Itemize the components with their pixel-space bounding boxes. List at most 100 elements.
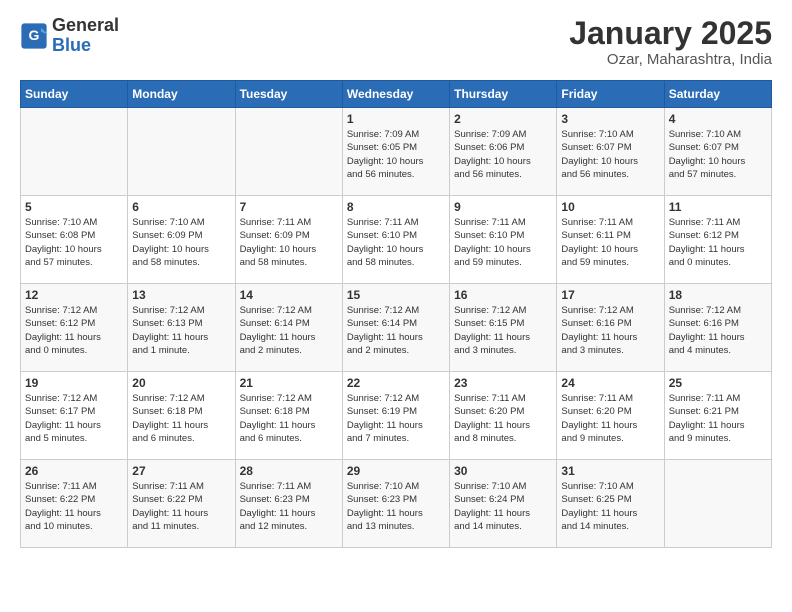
calendar-cell [21, 108, 128, 196]
week-row-4: 19 Sunrise: 7:12 AM Sunset: 6:17 PM Dayli… [21, 372, 772, 460]
day-info: Sunrise: 7:12 AM Sunset: 6:19 PM Dayligh… [347, 392, 445, 445]
calendar-cell: 10 Sunrise: 7:11 AM Sunset: 6:11 PM Dayli… [557, 196, 664, 284]
calendar-cell: 19 Sunrise: 7:12 AM Sunset: 6:17 PM Dayli… [21, 372, 128, 460]
logo-line2: Blue [52, 36, 119, 56]
calendar-cell: 2 Sunrise: 7:09 AM Sunset: 6:06 PM Daylig… [450, 108, 557, 196]
day-info: Sunrise: 7:10 AM Sunset: 6:24 PM Dayligh… [454, 480, 552, 533]
day-number: 5 [25, 200, 123, 214]
calendar-cell: 26 Sunrise: 7:11 AM Sunset: 6:22 PM Dayli… [21, 460, 128, 548]
calendar-cell: 27Sunrise: 7:11 AM Sunset: 6:22 PM Dayli… [128, 460, 235, 548]
calendar-cell: 30 Sunrise: 7:10 AM Sunset: 6:24 PM Dayli… [450, 460, 557, 548]
day-info: Sunrise: 7:12 AM Sunset: 6:17 PM Dayligh… [25, 392, 123, 445]
calendar-cell: 16 Sunrise: 7:12 AM Sunset: 6:15 PM Dayli… [450, 284, 557, 372]
day-info: Sunrise: 7:12 AM Sunset: 6:14 PM Dayligh… [347, 304, 445, 357]
day-info: Sunrise: 7:12 AM Sunset: 6:18 PM Dayligh… [240, 392, 338, 445]
calendar-cell: 28Sunrise: 7:11 AM Sunset: 6:23 PM Dayli… [235, 460, 342, 548]
day-number: 1 [347, 112, 445, 126]
day-info: Sunrise: 7:10 AM Sunset: 6:23 PM Dayligh… [347, 480, 445, 533]
calendar-cell: 5 Sunrise: 7:10 AM Sunset: 6:08 PM Daylig… [21, 196, 128, 284]
day-info: Sunrise: 7:09 AM Sunset: 6:06 PM Dayligh… [454, 128, 552, 181]
calendar-cell [128, 108, 235, 196]
day-info: Sunrise: 7:11 AM Sunset: 6:11 PM Dayligh… [561, 216, 659, 269]
calendar-cell: 23Sunrise: 7:11 AM Sunset: 6:20 PM Dayli… [450, 372, 557, 460]
day-number: 16 [454, 288, 552, 302]
day-info: Sunrise: 7:11 AM Sunset: 6:20 PM Dayligh… [454, 392, 552, 445]
day-number: 9 [454, 200, 552, 214]
logo-icon: G [20, 22, 48, 50]
day-info: Sunrise: 7:12 AM Sunset: 6:14 PM Dayligh… [240, 304, 338, 357]
calendar-cell: 7Sunrise: 7:11 AM Sunset: 6:09 PM Daylig… [235, 196, 342, 284]
day-info: Sunrise: 7:10 AM Sunset: 6:07 PM Dayligh… [669, 128, 767, 181]
day-info: Sunrise: 7:12 AM Sunset: 6:18 PM Dayligh… [132, 392, 230, 445]
day-number: 29 [347, 464, 445, 478]
day-number: 11 [669, 200, 767, 214]
title-block: January 2025 Ozar, Maharashtra, India [569, 16, 772, 68]
weekday-header-friday: Friday [557, 81, 664, 108]
calendar-cell: 22 Sunrise: 7:12 AM Sunset: 6:19 PM Dayli… [342, 372, 449, 460]
day-info: Sunrise: 7:11 AM Sunset: 6:10 PM Dayligh… [347, 216, 445, 269]
logo-line1: General [52, 16, 119, 36]
calendar-cell: 31 Sunrise: 7:10 AM Sunset: 6:25 PM Dayli… [557, 460, 664, 548]
day-info: Sunrise: 7:12 AM Sunset: 6:16 PM Dayligh… [561, 304, 659, 357]
calendar-cell: 14 Sunrise: 7:12 AM Sunset: 6:14 PM Dayli… [235, 284, 342, 372]
week-row-3: 12 Sunrise: 7:12 AM Sunset: 6:12 PM Dayli… [21, 284, 772, 372]
calendar-cell: 3 Sunrise: 7:10 AM Sunset: 6:07 PM Daylig… [557, 108, 664, 196]
day-number: 26 [25, 464, 123, 478]
calendar-cell: 24Sunrise: 7:11 AM Sunset: 6:20 PM Dayli… [557, 372, 664, 460]
day-info: Sunrise: 7:09 AM Sunset: 6:05 PM Dayligh… [347, 128, 445, 181]
day-info: Sunrise: 7:12 AM Sunset: 6:13 PM Dayligh… [132, 304, 230, 357]
week-row-2: 5 Sunrise: 7:10 AM Sunset: 6:08 PM Daylig… [21, 196, 772, 284]
calendar-cell [664, 460, 771, 548]
calendar-cell: 18Sunrise: 7:12 AM Sunset: 6:16 PM Dayli… [664, 284, 771, 372]
day-number: 22 [347, 376, 445, 390]
calendar-page: G General Blue January 2025 Ozar, Mahara… [0, 0, 792, 564]
day-info: Sunrise: 7:11 AM Sunset: 6:12 PM Dayligh… [669, 216, 767, 269]
day-info: Sunrise: 7:11 AM Sunset: 6:10 PM Dayligh… [454, 216, 552, 269]
calendar-cell: 20 Sunrise: 7:12 AM Sunset: 6:18 PM Dayli… [128, 372, 235, 460]
day-number: 20 [132, 376, 230, 390]
day-number: 30 [454, 464, 552, 478]
weekday-header-monday: Monday [128, 81, 235, 108]
day-number: 2 [454, 112, 552, 126]
calendar-cell: 17 Sunrise: 7:12 AM Sunset: 6:16 PM Dayli… [557, 284, 664, 372]
day-number: 8 [347, 200, 445, 214]
calendar-cell: 11 Sunrise: 7:11 AM Sunset: 6:12 PM Dayli… [664, 196, 771, 284]
day-number: 6 [132, 200, 230, 214]
calendar-cell: 6 Sunrise: 7:10 AM Sunset: 6:09 PM Daylig… [128, 196, 235, 284]
day-number: 12 [25, 288, 123, 302]
day-info: Sunrise: 7:11 AM Sunset: 6:20 PM Dayligh… [561, 392, 659, 445]
weekday-header-wednesday: Wednesday [342, 81, 449, 108]
week-row-5: 26 Sunrise: 7:11 AM Sunset: 6:22 PM Dayli… [21, 460, 772, 548]
calendar-table: SundayMondayTuesdayWednesdayThursdayFrid… [20, 80, 772, 548]
day-number: 14 [240, 288, 338, 302]
day-info: Sunrise: 7:12 AM Sunset: 6:12 PM Dayligh… [25, 304, 123, 357]
calendar-cell: 21 Sunrise: 7:12 AM Sunset: 6:18 PM Dayli… [235, 372, 342, 460]
day-info: Sunrise: 7:11 AM Sunset: 6:22 PM Dayligh… [25, 480, 123, 533]
day-number: 21 [240, 376, 338, 390]
day-info: Sunrise: 7:10 AM Sunset: 6:07 PM Dayligh… [561, 128, 659, 181]
day-number: 19 [25, 376, 123, 390]
day-number: 31 [561, 464, 659, 478]
day-number: 17 [561, 288, 659, 302]
day-number: 7 [240, 200, 338, 214]
day-number: 10 [561, 200, 659, 214]
logo: G General Blue [20, 16, 119, 56]
logo-text: General Blue [52, 16, 119, 56]
calendar-cell: 8 Sunrise: 7:11 AM Sunset: 6:10 PM Daylig… [342, 196, 449, 284]
day-info: Sunrise: 7:10 AM Sunset: 6:25 PM Dayligh… [561, 480, 659, 533]
header: G General Blue January 2025 Ozar, Mahara… [20, 16, 772, 68]
day-number: 3 [561, 112, 659, 126]
day-info: Sunrise: 7:10 AM Sunset: 6:09 PM Dayligh… [132, 216, 230, 269]
svg-text:G: G [29, 27, 40, 43]
week-row-1: 1 Sunrise: 7:09 AM Sunset: 6:05 PM Daylig… [21, 108, 772, 196]
day-number: 4 [669, 112, 767, 126]
calendar-cell: 15Sunrise: 7:12 AM Sunset: 6:14 PM Dayli… [342, 284, 449, 372]
calendar-cell: 1 Sunrise: 7:09 AM Sunset: 6:05 PM Daylig… [342, 108, 449, 196]
day-info: Sunrise: 7:11 AM Sunset: 6:23 PM Dayligh… [240, 480, 338, 533]
weekday-header-saturday: Saturday [664, 81, 771, 108]
day-info: Sunrise: 7:10 AM Sunset: 6:08 PM Dayligh… [25, 216, 123, 269]
weekday-header-thursday: Thursday [450, 81, 557, 108]
day-info: Sunrise: 7:12 AM Sunset: 6:15 PM Dayligh… [454, 304, 552, 357]
calendar-cell: 12 Sunrise: 7:12 AM Sunset: 6:12 PM Dayli… [21, 284, 128, 372]
day-info: Sunrise: 7:12 AM Sunset: 6:16 PM Dayligh… [669, 304, 767, 357]
